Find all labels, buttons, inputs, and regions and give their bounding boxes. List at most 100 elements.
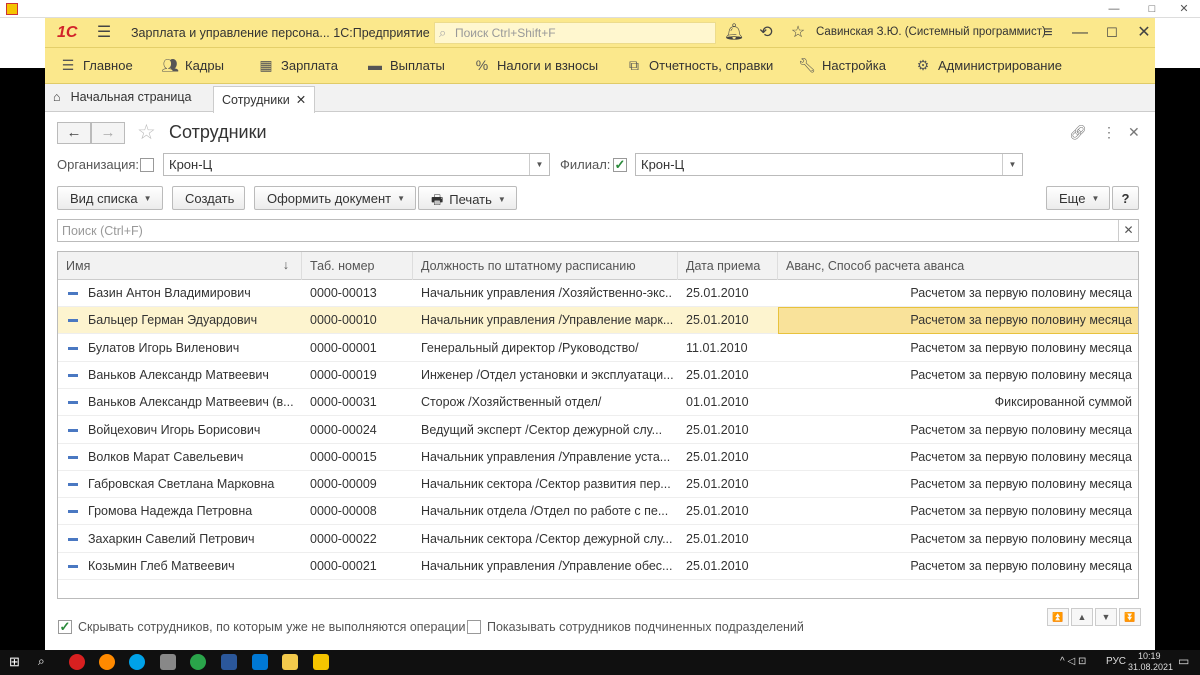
tab-employees[interactable]: Сотрудники ✕ bbox=[213, 86, 316, 113]
1c-app-icon[interactable] bbox=[313, 654, 329, 670]
language-indicator[interactable]: РУС bbox=[1106, 656, 1126, 667]
org-filter-checkbox[interactable] bbox=[140, 158, 154, 172]
table-row[interactable]: Громова Надежда Петровна 0000-00008 Началь… bbox=[58, 498, 1138, 526]
notifications-icon[interactable]: ▭ bbox=[1178, 654, 1189, 668]
word-icon[interactable] bbox=[221, 654, 237, 670]
table-row[interactable]: Бальцер Герман Эдуардович 0000-00010 Начал… bbox=[58, 307, 1138, 335]
table-cell-date: 01.01.2010 bbox=[686, 395, 749, 410]
help-button[interactable]: ? bbox=[1112, 186, 1139, 210]
table-row[interactable]: Козьмин Глеб Матвеевич 0000-00021 Начальни… bbox=[58, 553, 1138, 580]
help-label: ? bbox=[1121, 191, 1130, 206]
chevron-down-icon[interactable]: ▼ bbox=[529, 154, 549, 175]
table-row[interactable]: Ваньков Александр Матвеевич (в... 0000-00… bbox=[58, 389, 1138, 417]
minimize-icon[interactable]: — bbox=[1104, 1, 1124, 17]
hamburger-icon[interactable]: ☰ bbox=[93, 23, 115, 43]
scroll-down-icon[interactable]: ▼ bbox=[1095, 608, 1117, 626]
org-select[interactable]: Крон-Ц ▼ bbox=[163, 153, 550, 176]
clear-search-icon[interactable]: ✕ bbox=[1118, 220, 1138, 241]
opera-icon[interactable] bbox=[69, 654, 85, 670]
tray-icons[interactable]: ^ ◁ ⊡ bbox=[1060, 656, 1086, 667]
column-header-number[interactable]: Таб. номер bbox=[302, 252, 413, 280]
tab-home[interactable]: ⌂ Начальная страница bbox=[53, 90, 192, 104]
right-margin bbox=[1155, 18, 1200, 650]
column-header-name[interactable]: Имя ↓ bbox=[58, 252, 302, 280]
show-subordinate-checkbox[interactable] bbox=[467, 620, 481, 634]
window-close-icon[interactable]: ✕ bbox=[1133, 23, 1155, 43]
column-header-label: Имя bbox=[66, 259, 91, 273]
close-icon[interactable]: ✕ bbox=[1174, 1, 1194, 17]
section-main[interactable]: ☰ Главное bbox=[59, 57, 133, 74]
column-header-advance[interactable]: Аванс, Способ расчета аванса bbox=[778, 252, 1138, 280]
table-cell-num: 0000-00010 bbox=[310, 313, 377, 328]
global-search-input[interactable]: ⌕ Поиск Ctrl+Shift+F bbox=[434, 22, 716, 44]
app-titlebar: 1С ☰ Зарплата и управление персона... 1С… bbox=[45, 18, 1155, 48]
scroll-up-icon[interactable]: ▲ bbox=[1071, 608, 1093, 626]
section-reports[interactable]: ⧉ Отчетность, справки bbox=[625, 57, 773, 74]
table-row[interactable]: Булатов Игорь Виленович 0000-00001 Генерал… bbox=[58, 335, 1138, 362]
close-form-icon[interactable]: ✕ bbox=[1128, 124, 1140, 141]
show-subordinate-label: Показывать сотрудников подчиненных подра… bbox=[487, 620, 804, 634]
chevron-down-icon[interactable]: ▼ bbox=[1002, 154, 1022, 175]
favorite-star-icon[interactable]: ☆ bbox=[137, 120, 156, 145]
windows-start-icon[interactable]: ⊞ bbox=[9, 654, 25, 670]
table-cell-num: 0000-00024 bbox=[310, 422, 377, 437]
outlook-icon[interactable] bbox=[252, 654, 268, 670]
employees-table: Имя ↓ Таб. номер Должность по штатному ра… bbox=[57, 251, 1139, 599]
print-button[interactable]: 🖶 Печать ▼ bbox=[418, 186, 517, 210]
create-button[interactable]: Создать bbox=[172, 186, 246, 210]
section-admin[interactable]: ⚙ Администрирование bbox=[914, 57, 1062, 74]
settings-menu-icon[interactable]: ≡ bbox=[1037, 23, 1059, 43]
table-row[interactable]: Ваньков Александр Матвеевич 0000-00019 Инж… bbox=[58, 362, 1138, 389]
section-taxes[interactable]: % Налоги и взносы bbox=[473, 57, 598, 73]
app-icon-generic[interactable] bbox=[160, 654, 176, 670]
table-row[interactable]: Базин Антон Владимирович 0000-00013 Началь… bbox=[58, 280, 1138, 307]
clock-date: 31.08.2021 bbox=[1128, 662, 1174, 672]
table-header: Имя ↓ Таб. номер Должность по штатному ра… bbox=[58, 252, 1138, 280]
user-name[interactable]: Савинская З.Ю. (Системный программист) bbox=[816, 26, 1046, 38]
chrome-icon[interactable] bbox=[190, 654, 206, 670]
section-salary[interactable]: ▦ Зарплата bbox=[257, 57, 338, 74]
branch-select[interactable]: Крон-Ц ▼ bbox=[635, 153, 1023, 176]
more-button[interactable]: Еще ▼ bbox=[1046, 186, 1111, 210]
search-icon[interactable]: ⌕ bbox=[38, 654, 54, 670]
forward-button[interactable]: → bbox=[91, 122, 125, 144]
section-settings[interactable]: 🔧︎ Настройка bbox=[798, 57, 886, 74]
create-document-button[interactable]: Оформить документ ▼ bbox=[254, 186, 417, 210]
clock-time: 10:19 bbox=[1138, 651, 1161, 661]
back-button[interactable]: ← bbox=[57, 122, 91, 144]
wallet-icon: ▬ bbox=[368, 57, 382, 73]
maximize-icon[interactable]: □ bbox=[1142, 1, 1162, 17]
skype-icon[interactable] bbox=[129, 654, 145, 670]
section-label: Зарплата bbox=[281, 58, 338, 73]
table-row[interactable]: Волков Марат Савельевич 0000-00015 Начальн… bbox=[58, 444, 1138, 471]
folder-icon[interactable] bbox=[282, 654, 298, 670]
view-list-button[interactable]: Вид списка ▼ bbox=[57, 186, 163, 210]
branch-filter-checkbox[interactable]: ✓ bbox=[613, 158, 627, 172]
column-header-hire-date[interactable]: Дата приема bbox=[678, 252, 778, 280]
table-row[interactable]: Габровская Светлана Марковна 0000-00009 На… bbox=[58, 471, 1138, 499]
table-cell-pos: Генеральный директор /Руководство/ bbox=[421, 340, 639, 355]
column-header-label: Аванс, Способ расчета аванса bbox=[786, 259, 965, 273]
scroll-top-icon[interactable]: ⏫ bbox=[1047, 608, 1069, 626]
close-tab-icon[interactable]: ✕ bbox=[296, 93, 306, 107]
window-maximize-icon[interactable]: ☐ bbox=[1101, 23, 1123, 43]
table-row[interactable]: Войцехович Игорь Борисович 0000-00024 Веду… bbox=[58, 417, 1138, 444]
more-vert-icon[interactable]: ⋮ bbox=[1102, 124, 1116, 141]
window-minimize-icon[interactable]: — bbox=[1069, 23, 1091, 43]
firefox-icon[interactable] bbox=[99, 654, 115, 670]
favorites-star-icon[interactable]: ☆ bbox=[787, 23, 809, 43]
table-row[interactable]: Захаркин Савелий Петрович 0000-00022 Начал… bbox=[58, 526, 1138, 553]
section-hr[interactable]: 👥︎ Кадры bbox=[161, 57, 224, 74]
link-icon[interactable]: 🔗︎ bbox=[1069, 124, 1087, 141]
table-cell-date: 25.01.2010 bbox=[686, 559, 749, 573]
list-search-input[interactable]: Поиск (Ctrl+F) ✕ bbox=[57, 219, 1139, 242]
hide-inactive-checkbox[interactable]: ✓ bbox=[58, 620, 72, 634]
os-taskbar: ⊞ ⌕ ^ ◁ ⊡ РУС 10:19 31.08.2021 ▭ bbox=[0, 650, 1200, 675]
column-header-position[interactable]: Должность по штатному расписанию bbox=[413, 252, 678, 280]
history-icon[interactable]: ⟲ bbox=[755, 23, 777, 43]
scroll-bottom-icon[interactable]: ⏬ bbox=[1119, 608, 1141, 626]
table-cell-name: Козьмин Глеб Матвеевич bbox=[88, 559, 235, 573]
section-payments[interactable]: ▬ Выплаты bbox=[366, 57, 445, 73]
bell-icon[interactable]: 🔔︎ bbox=[723, 23, 745, 43]
table-cell-name: Ваньков Александр Матвеевич (в... bbox=[88, 395, 294, 410]
